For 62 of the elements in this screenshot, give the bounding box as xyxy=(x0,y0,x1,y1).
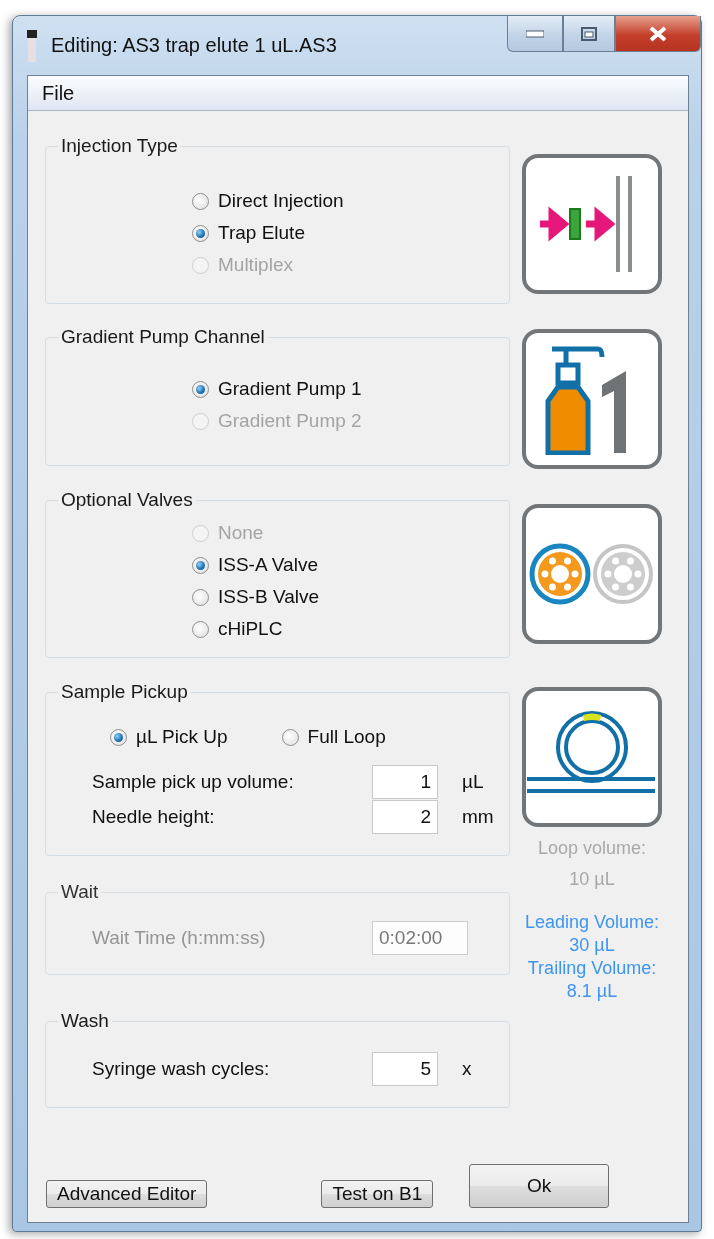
dialog-button[interactable]: Advanced Editor xyxy=(46,1180,208,1208)
valves-icon xyxy=(529,543,655,605)
volume-text: Leading Volume: xyxy=(524,911,660,934)
radio-button[interactable] xyxy=(192,380,209,398)
radio-option[interactable]: Trap Elute xyxy=(192,219,509,247)
minimize-icon xyxy=(526,29,544,38)
dialog-button[interactable]: Ok xyxy=(469,1164,610,1208)
option-label: None xyxy=(218,522,264,544)
option-label: Full Loop xyxy=(307,726,386,748)
field-label: Wait Time (h:mm:ss) xyxy=(92,927,267,949)
group-title: Injection Type xyxy=(60,135,179,157)
option-label: Trap Elute xyxy=(218,222,305,244)
group-title: Gradient Pump Channel xyxy=(60,326,266,348)
option-label: ISS-A Valve xyxy=(218,554,318,576)
maximize-button[interactable] xyxy=(563,16,615,52)
unit-label: mm xyxy=(462,806,495,828)
input-field[interactable]: 5 xyxy=(372,1052,438,1086)
dialog-button[interactable]: Test on B1 xyxy=(321,1180,434,1208)
field-label: Needle height: xyxy=(92,806,216,828)
radio-button[interactable] xyxy=(192,556,209,574)
option-label: Multiplex xyxy=(218,254,293,276)
radio-option[interactable]: Direct Injection xyxy=(192,187,509,215)
option-label: Gradient Pump 1 xyxy=(218,378,362,400)
volume-text: 8.1 µL xyxy=(566,980,618,1003)
radio-button[interactable] xyxy=(110,728,127,746)
field-label: Sample pick up volume: xyxy=(92,771,295,793)
group-title: Sample Pickup xyxy=(60,681,189,703)
unit-label: x xyxy=(462,1058,473,1080)
radio-option[interactable]: cHiPLC xyxy=(192,615,509,643)
option-label: Gradient Pump 2 xyxy=(218,410,362,432)
field-label: Syringe wash cycles: xyxy=(92,1058,271,1080)
radio-option[interactable]: ISS-A Valve xyxy=(192,551,509,579)
radio-button[interactable] xyxy=(192,588,209,606)
volume-text: Trailing Volume: xyxy=(527,957,657,980)
radio-option[interactable]: µL Pick Up xyxy=(110,723,228,751)
radio-button[interactable] xyxy=(192,224,209,242)
group-title: Wait xyxy=(60,881,100,903)
radio-option[interactable]: ISS-B Valve xyxy=(192,583,509,611)
maximize-icon xyxy=(581,26,597,41)
minimize-button[interactable] xyxy=(507,16,563,52)
radio-option[interactable]: Gradient Pump 1 xyxy=(192,375,509,403)
option-label: µL Pick Up xyxy=(136,726,228,748)
menu-item[interactable]: File xyxy=(42,81,75,105)
option-label: cHiPLC xyxy=(218,618,283,640)
radio-option[interactable]: Full Loop xyxy=(281,723,386,751)
group-title: Wash xyxy=(60,1010,110,1032)
option-label: ISS-B Valve xyxy=(218,586,320,608)
radio-button[interactable] xyxy=(192,192,209,210)
radio-button[interactable] xyxy=(281,728,299,746)
close-icon xyxy=(648,25,668,42)
loop-volume-text: 10 µL xyxy=(569,868,615,891)
input-field[interactable]: 1 xyxy=(372,765,438,799)
loop-volume-text: Loop volume: xyxy=(537,837,647,860)
volume-text: 30 µL xyxy=(569,934,615,957)
window-title: Editing: AS3 trap elute 1 uL.AS3 xyxy=(51,34,337,57)
option-label: Direct Injection xyxy=(218,190,344,212)
close-button[interactable] xyxy=(615,16,701,52)
unit-label: µL xyxy=(462,771,485,793)
group-title: Optional Valves xyxy=(60,489,194,511)
vial-icon xyxy=(27,30,37,62)
input-field[interactable]: 2 xyxy=(372,800,438,834)
radio-button[interactable] xyxy=(192,620,209,638)
